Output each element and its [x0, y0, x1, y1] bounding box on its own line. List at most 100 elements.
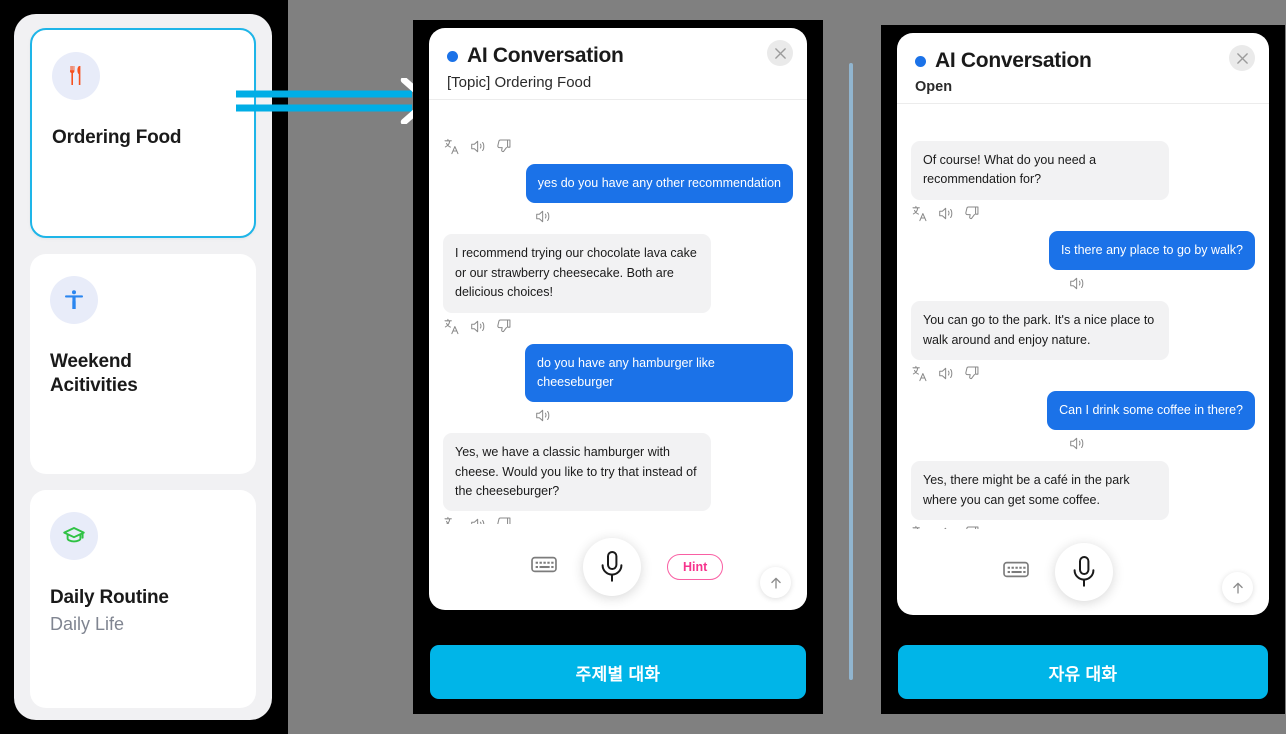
- thumbs-down-icon[interactable]: [964, 365, 981, 382]
- message-item: You can go to the park. It's a nice plac…: [911, 301, 1255, 360]
- speaker-icon[interactable]: [470, 138, 487, 155]
- speaker-icon[interactable]: [470, 318, 487, 335]
- sidebar-item-label: Ordering Food: [52, 127, 182, 148]
- arrow-up-icon: [770, 577, 781, 589]
- translate-icon[interactable]: [912, 365, 929, 382]
- graduation-cap-icon-badge: [50, 512, 98, 560]
- message-actions[interactable]: [535, 208, 793, 225]
- chat-controls: [897, 529, 1269, 615]
- chat-subtitle: Open: [915, 79, 953, 95]
- status-dot-icon: [447, 50, 458, 62]
- ai-message-bubble: You can go to the park. It's a nice plac…: [911, 301, 1169, 360]
- chat-controls: Hint: [429, 524, 807, 610]
- close-icon: [1236, 52, 1248, 64]
- speaker-icon[interactable]: [470, 516, 487, 524]
- speaker-icon[interactable]: [1069, 275, 1086, 292]
- microphone-icon: [601, 551, 623, 582]
- open-conversation-cta[interactable]: 자유 대화: [898, 645, 1268, 699]
- message-list[interactable]: Of course! What do you need a recommenda…: [897, 133, 1269, 529]
- thumbs-down-icon[interactable]: [496, 138, 513, 155]
- ai-message-bubble: Of course! What do you need a recommenda…: [911, 141, 1169, 200]
- sidebar-item-label: Weekend Acitivities: [50, 351, 138, 397]
- speaker-icon[interactable]: [938, 365, 955, 382]
- open-conversation-screen: AI Conversation Open Of course! What do …: [897, 33, 1269, 615]
- close-button[interactable]: [1229, 45, 1255, 71]
- chat-subtitle: [Topic] Ordering Food: [447, 74, 592, 91]
- message-actions[interactable]: [912, 365, 1255, 382]
- keyboard-icon: [1003, 561, 1029, 578]
- page-title: AI Conversation: [935, 49, 1092, 72]
- chat-header: AI Conversation [Topic] Ordering Food: [429, 28, 807, 100]
- message-item: Yes, there might be a café in the park w…: [911, 461, 1255, 520]
- speaker-icon[interactable]: [938, 205, 955, 222]
- thumbs-down-icon[interactable]: [964, 205, 981, 222]
- message-item: Of course! What do you need a recommenda…: [911, 141, 1255, 200]
- message-actions[interactable]: [535, 407, 793, 424]
- scroll-to-top-button[interactable]: [1222, 572, 1253, 603]
- microphone-icon: [1073, 556, 1095, 587]
- message-list[interactable]: yes do you have any other recommendation…: [429, 125, 807, 524]
- message-actions[interactable]: [444, 138, 793, 155]
- topic-conversation-screen: AI Conversation [Topic] Ordering Food ye…: [429, 28, 807, 610]
- message-item: Is there any place to go by walk?: [911, 230, 1255, 271]
- message-item: do you have any hamburger like cheesebur…: [443, 343, 793, 403]
- microphone-button[interactable]: [1055, 543, 1113, 601]
- scroll-to-top-button[interactable]: [760, 567, 791, 598]
- translate-icon[interactable]: [444, 138, 461, 155]
- keyboard-icon: [531, 556, 557, 573]
- user-message-bubble: yes do you have any other recommendation: [525, 164, 793, 204]
- speaker-icon[interactable]: [535, 407, 552, 424]
- speaker-icon[interactable]: [1069, 435, 1086, 452]
- topic-list-device: Ordering Food Weekend Acitivities Daily …: [0, 0, 288, 734]
- translate-icon[interactable]: [912, 205, 929, 222]
- close-icon: [774, 47, 786, 59]
- ai-message-bubble: I recommend trying our chocolate lava ca…: [443, 234, 711, 313]
- message-actions[interactable]: [444, 318, 793, 335]
- message-item: yes do you have any other recommendation: [443, 164, 793, 204]
- hint-button[interactable]: Hint: [667, 554, 724, 580]
- cutlery-icon-badge: [52, 52, 100, 100]
- user-message-bubble: Can I drink some coffee in there?: [1047, 390, 1255, 431]
- user-message-bubble: do you have any hamburger like cheesebur…: [525, 343, 793, 403]
- chat-title-row: AI Conversation: [447, 44, 789, 68]
- panel-divider: [849, 63, 853, 680]
- message-actions[interactable]: [444, 516, 793, 524]
- ai-message-bubble: Yes, we have a classic hamburger with ch…: [443, 433, 711, 512]
- keyboard-button[interactable]: [1003, 560, 1029, 584]
- thumbs-down-icon[interactable]: [496, 318, 513, 335]
- user-message-bubble: Is there any place to go by walk?: [1048, 230, 1255, 271]
- open-conversation-device: AI Conversation Open Of course! What do …: [881, 25, 1285, 714]
- message-actions[interactable]: [1069, 435, 1255, 452]
- message-actions[interactable]: [912, 205, 1255, 222]
- translate-icon[interactable]: [444, 318, 461, 335]
- screenshot-root: Ordering Food Weekend Acitivities Daily …: [0, 0, 1286, 734]
- microphone-button[interactable]: [583, 538, 641, 596]
- sidebar-item-ordering-food[interactable]: Ordering Food: [30, 28, 256, 238]
- accessibility-icon-badge: [50, 276, 98, 324]
- topic-list-panel: Ordering Food Weekend Acitivities Daily …: [14, 14, 272, 720]
- sidebar-item-label: Daily Routine: [50, 587, 169, 608]
- thumbs-down-icon[interactable]: [496, 516, 513, 524]
- message-item: Yes, we have a classic hamburger with ch…: [443, 433, 793, 512]
- topic-conversation-cta[interactable]: 주제별 대화: [430, 645, 806, 699]
- speaker-icon[interactable]: [535, 208, 552, 225]
- status-dot-icon: [915, 55, 926, 67]
- topic-conversation-device: AI Conversation [Topic] Ordering Food ye…: [413, 20, 823, 714]
- graduation-cap-icon: [63, 527, 85, 543]
- sidebar-item-weekend-activities[interactable]: Weekend Acitivities: [30, 254, 256, 474]
- arrow-up-icon: [1232, 582, 1243, 594]
- ai-message-bubble: Yes, there might be a café in the park w…: [911, 461, 1169, 520]
- message-item: I recommend trying our chocolate lava ca…: [443, 234, 793, 313]
- page-title: AI Conversation: [467, 44, 624, 67]
- sidebar-item-sublabel: Daily Life: [50, 614, 125, 635]
- keyboard-button[interactable]: [531, 555, 557, 579]
- accessibility-icon: [65, 290, 83, 309]
- message-item: Can I drink some coffee in there?: [911, 390, 1255, 431]
- chat-title-row: AI Conversation: [915, 49, 1251, 73]
- translate-icon[interactable]: [444, 516, 461, 524]
- message-actions[interactable]: [1069, 275, 1255, 292]
- chat-header: AI Conversation Open: [897, 33, 1269, 104]
- cutlery-icon: [70, 66, 81, 85]
- close-button[interactable]: [767, 40, 793, 66]
- sidebar-item-daily-routine[interactable]: Daily Routine Daily Life: [30, 490, 256, 708]
